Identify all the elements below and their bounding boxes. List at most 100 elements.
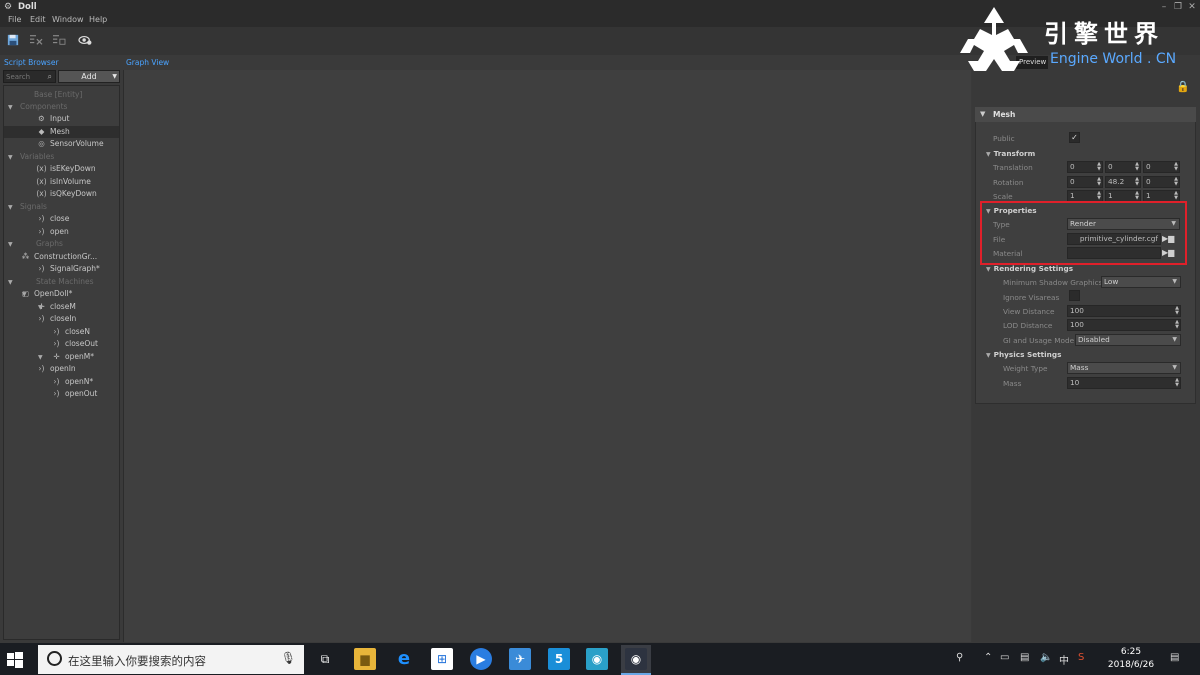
edge-browser-icon[interactable]: e [393, 648, 415, 670]
translation-x-field[interactable]: 0 ▲ ▼ [1067, 161, 1103, 173]
tree-expand-icon[interactable]: ▼ [8, 279, 13, 286]
show-hidden-icons-icon[interactable]: ⌃ [984, 652, 992, 663]
view-distance-field[interactable]: 100 ▲ ▼ [1067, 305, 1181, 317]
tree-section-9[interactable]: Signals [20, 201, 47, 213]
tree-expand-icon[interactable]: ▼ [22, 291, 27, 298]
menu-edit[interactable]: Edit [30, 15, 46, 24]
tree-section-15[interactable]: State Machines [36, 276, 94, 288]
tree-item-4[interactable]: ◎ SensorVolume [36, 138, 103, 150]
file-explorer-icon[interactable]: ▆ [354, 648, 376, 670]
ime-indicator[interactable]: 中 [1059, 652, 1069, 667]
translation-z-field[interactable]: 0 ▲ ▼ [1143, 161, 1180, 173]
minimize-icon[interactable]: – [1158, 1, 1170, 13]
tree-item-20[interactable]: ›) closeOut [51, 338, 98, 350]
script-browser-search-input[interactable]: Search ⌕ [3, 70, 56, 83]
tree-expand-icon[interactable]: ▼ [8, 154, 13, 161]
remove-list-icon[interactable] [29, 34, 43, 46]
spinner-icon[interactable]: ▲ ▼ [1135, 162, 1139, 172]
spinner-icon[interactable]: ▲ ▼ [1174, 191, 1178, 201]
tree-item-11[interactable]: ›) open [36, 226, 69, 238]
chevron-down-icon: ▼ [986, 151, 991, 158]
people-icon[interactable]: ⚲ [956, 652, 963, 663]
taskbar-search-input[interactable]: 在这里输入你要搜索的内容 🎙 [38, 645, 304, 674]
tree-expand-icon[interactable]: ▼ [38, 304, 43, 311]
spinner-icon[interactable]: ▲ ▼ [1135, 177, 1139, 187]
notification-icon[interactable]: ▤ [1170, 652, 1179, 663]
battery-icon[interactable]: ▭ [1000, 652, 1009, 663]
spinner-icon[interactable]: ▲ ▼ [1097, 177, 1101, 187]
spinner-icon[interactable]: ▲ ▼ [1135, 191, 1139, 201]
tree-item-8[interactable]: (x) isQKeyDown [36, 188, 96, 200]
menu-file[interactable]: File [8, 15, 21, 24]
store-icon[interactable]: ⊞ [431, 648, 453, 670]
volume-icon[interactable]: 🔈 [1040, 652, 1052, 663]
tree-expand-icon[interactable]: ▼ [8, 204, 13, 211]
tree-item-22[interactable]: ›) openIn [36, 363, 76, 375]
restore-icon[interactable]: ❐ [1172, 1, 1184, 13]
tree-item-24[interactable]: ›) openOut [51, 388, 98, 400]
lod-distance-field[interactable]: 100 ▲ ▼ [1067, 319, 1181, 331]
tree-item-13[interactable]: ⁂ ConstructionGr... [20, 251, 97, 263]
cryengine-editor-icon[interactable]: ◉ [625, 648, 647, 670]
spinner-icon[interactable]: ▲ ▼ [1174, 162, 1178, 172]
tree-section-1[interactable]: Components [20, 101, 67, 113]
tree-expand-icon[interactable]: ▼ [8, 104, 13, 111]
tree-item-23[interactable]: ›) openN* [51, 376, 94, 388]
spinner-icon[interactable]: ▲ ▼ [1097, 162, 1101, 172]
task-view-icon[interactable]: ⧉ [314, 648, 336, 670]
menu-help[interactable]: Help [89, 15, 107, 24]
weight-type-dropdown[interactable]: Mass ▼ [1067, 362, 1181, 374]
spinner-icon[interactable]: ▲ ▼ [1174, 177, 1178, 187]
network-icon[interactable]: ▤ [1020, 652, 1029, 663]
ignore-visareas-checkbox[interactable] [1069, 290, 1080, 301]
microphone-icon[interactable]: 🎙 [281, 651, 296, 665]
tree-item-6[interactable]: (x) isEKeyDown [36, 163, 95, 175]
transform-section[interactable]: ▼ Transform [986, 149, 1035, 158]
menu-window[interactable]: Window [52, 15, 84, 24]
taskbar-clock[interactable]: 6:25 2018/6/26 [1106, 646, 1156, 672]
tree-item-16[interactable]: ▢ OpenDoll* [20, 288, 72, 300]
tree-item-21[interactable]: ✛ openM* [51, 351, 94, 363]
inspector-header[interactable]: ▼ Mesh [975, 107, 1196, 122]
tree-item-3[interactable]: ◆ Mesh [4, 126, 119, 138]
rotation-y-field[interactable]: 48.2 ▲ ▼ [1105, 176, 1141, 188]
app-bird-icon[interactable]: ✈ [509, 648, 531, 670]
physics-settings-section[interactable]: ▼ Physics Settings [986, 350, 1061, 359]
tree-section-5[interactable]: Variables [20, 151, 54, 163]
lock-icon[interactable]: 🔒 [1176, 80, 1190, 94]
spinner-icon[interactable]: ▲ ▼ [1097, 191, 1101, 201]
spinner-icon[interactable]: ▲ ▼ [1175, 378, 1179, 388]
rotation-z-field[interactable]: 0 ▲ ▼ [1143, 176, 1180, 188]
tree-item-7[interactable]: (x) isInVolume [36, 176, 91, 188]
mass-field[interactable]: 10 ▲ ▼ [1067, 377, 1181, 389]
tree-section-12[interactable]: Graphs [36, 238, 63, 250]
close-icon[interactable]: ✕ [1186, 1, 1198, 13]
tree-item-14[interactable]: ›) SignalGraph* [36, 263, 100, 275]
tree-item-10[interactable]: ›) close [36, 213, 70, 225]
rotation-x-field[interactable]: 0 ▲ ▼ [1067, 176, 1103, 188]
sogou-input-icon[interactable]: S [1078, 652, 1084, 663]
clear-list-icon[interactable] [52, 34, 66, 46]
app-blue-circle-icon[interactable]: ▶ [470, 648, 492, 670]
app-five-icon[interactable]: 5 [548, 648, 570, 670]
public-checkbox[interactable]: ✓ [1069, 132, 1080, 143]
translation-y-field[interactable]: 0 ▲ ▼ [1105, 161, 1141, 173]
preview-eye-icon[interactable] [77, 34, 93, 46]
gi-usage-dropdown[interactable]: Disabled ▼ [1075, 334, 1181, 346]
add-button[interactable]: Add ▼ [58, 70, 120, 83]
spinner-icon[interactable]: ▲ ▼ [1175, 320, 1179, 330]
tree-item-0[interactable]: Base [Entity] [34, 89, 82, 101]
tree-expand-icon[interactable]: ▼ [38, 354, 43, 361]
graph-canvas[interactable] [123, 70, 971, 642]
tree-item-2[interactable]: ⚙ Input [36, 113, 69, 125]
rendering-settings-section[interactable]: ▼ Rendering Settings [986, 264, 1073, 273]
search-icon[interactable]: ⌕ [48, 72, 52, 82]
cryengine-launcher-icon[interactable]: ◉ [586, 648, 608, 670]
windows-start-icon[interactable] [6, 651, 24, 669]
min-shadow-dropdown[interactable]: Low ▼ [1101, 276, 1181, 288]
save-icon[interactable] [6, 34, 20, 46]
tree-expand-icon[interactable]: ▼ [8, 241, 13, 248]
tree-item-19[interactable]: ›) closeN [51, 326, 90, 338]
tree-item-18[interactable]: ›) closeIn [36, 313, 77, 325]
spinner-icon[interactable]: ▲ ▼ [1175, 306, 1179, 316]
